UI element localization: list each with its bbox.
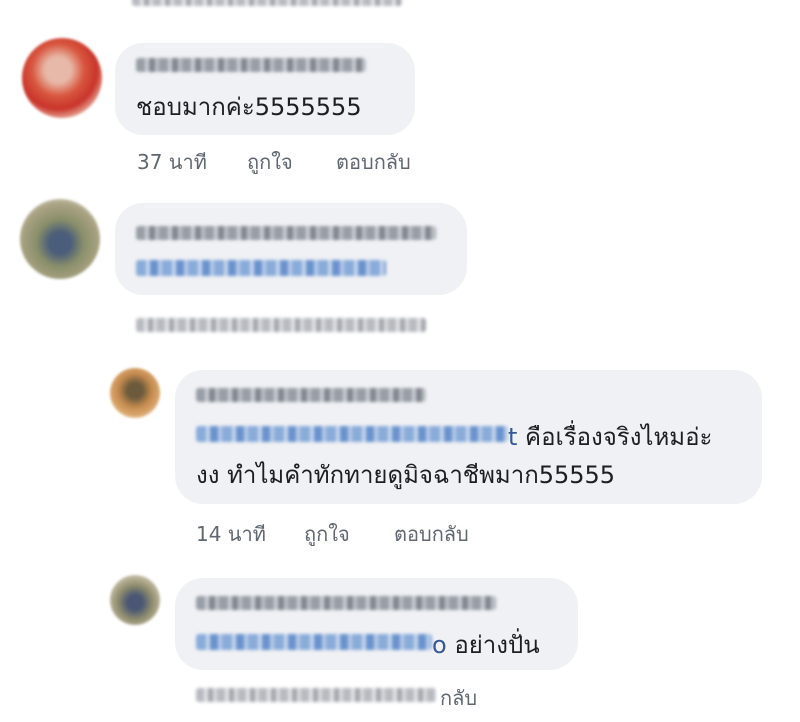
reply-text: o อย่างปั่น: [432, 630, 540, 660]
mention-link-blurred[interactable]: [196, 426, 508, 442]
comment-timestamp[interactable]: 37 นาที: [137, 150, 207, 174]
mention-link-tail[interactable]: o: [432, 631, 447, 659]
comment-meta-blurred: [196, 688, 436, 702]
commenter-avatar[interactable]: [110, 368, 160, 418]
comment-text: ชอบมากค่ะ5555555: [136, 93, 362, 121]
like-button[interactable]: ถูกใจ: [304, 522, 350, 546]
reply-text-line-1: t คือเรื่องจริงไหมอ่ะ: [508, 422, 712, 452]
mention-link-tail[interactable]: t: [508, 423, 517, 451]
reply-button-tail[interactable]: กลับ: [440, 686, 477, 710]
reply-button[interactable]: ตอบกลับ: [394, 522, 469, 546]
reply-button[interactable]: ตอบกลับ: [336, 150, 411, 174]
commenter-name-blurred[interactable]: [136, 226, 436, 240]
comment-meta-blurred: [136, 318, 426, 332]
commenter-avatar[interactable]: [20, 199, 100, 279]
commenter-avatar[interactable]: [22, 38, 102, 118]
like-button[interactable]: ถูกใจ: [247, 150, 293, 174]
mention-link-blurred[interactable]: [196, 634, 432, 650]
comment-timestamp[interactable]: 14 นาที: [196, 522, 266, 546]
mention-link-blurred[interactable]: [136, 260, 386, 276]
commenter-avatar[interactable]: [110, 575, 160, 625]
commenter-name-blurred[interactable]: [196, 596, 496, 610]
comment-bubble: [115, 203, 467, 295]
reply-text-line-2: งง ทำไมคำทักทายดูมิจฉาชีพมาก55555: [196, 461, 616, 489]
prev-comment-meta-blurred: [132, 0, 402, 6]
commenter-name-blurred[interactable]: [196, 388, 426, 402]
reply-text-span: อย่างปั่น: [446, 631, 540, 659]
reply-text-span: คือเรื่องจริงไหมอ่ะ: [517, 423, 713, 451]
commenter-name-blurred[interactable]: [136, 58, 366, 72]
